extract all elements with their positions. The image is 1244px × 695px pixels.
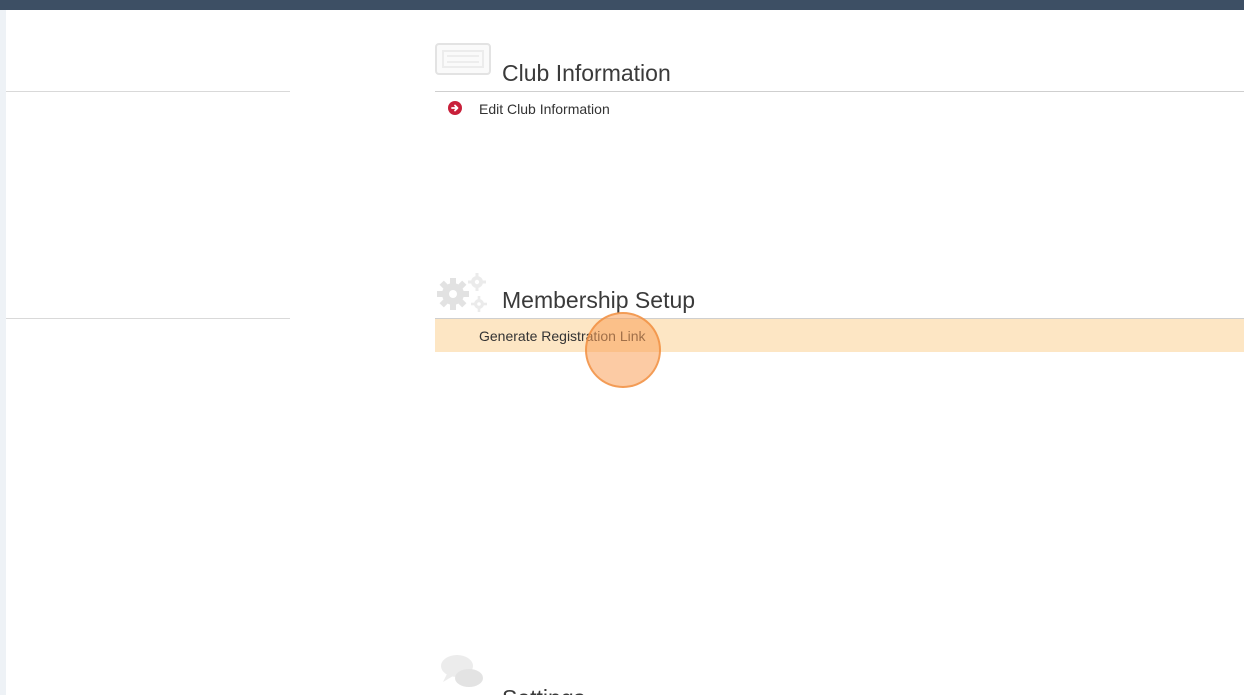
gears-icon xyxy=(435,270,493,319)
edit-club-information-link[interactable]: Edit Club Information xyxy=(435,92,1244,125)
left-sidebar-edge xyxy=(0,10,6,695)
settings-section: Settings xyxy=(435,650,1244,695)
click-indicator xyxy=(585,312,661,388)
settings-title: Settings xyxy=(502,685,585,695)
chat-bubbles-icon xyxy=(435,650,491,695)
arrow-circle-right-icon xyxy=(448,101,462,115)
top-bar xyxy=(0,0,1244,10)
keyboard-icon xyxy=(435,43,491,80)
page: Club Information Edit Club Information M… xyxy=(0,0,1244,695)
membership-setup-section: Membership Setup Generate Registration L… xyxy=(435,270,1244,352)
club-information-section: Club Information Edit Club Information xyxy=(435,43,1244,125)
left-divider xyxy=(6,318,290,319)
membership-setup-title: Membership Setup xyxy=(502,287,696,313)
membership-setup-header: Membership Setup xyxy=(435,270,1244,319)
club-information-header: Club Information xyxy=(435,43,1244,92)
generate-registration-link[interactable]: Generate Registration Link xyxy=(435,319,1244,352)
left-divider xyxy=(6,91,290,92)
edit-club-information-label: Edit Club Information xyxy=(479,100,610,117)
settings-header: Settings xyxy=(435,650,1244,695)
club-information-title: Club Information xyxy=(502,60,671,86)
